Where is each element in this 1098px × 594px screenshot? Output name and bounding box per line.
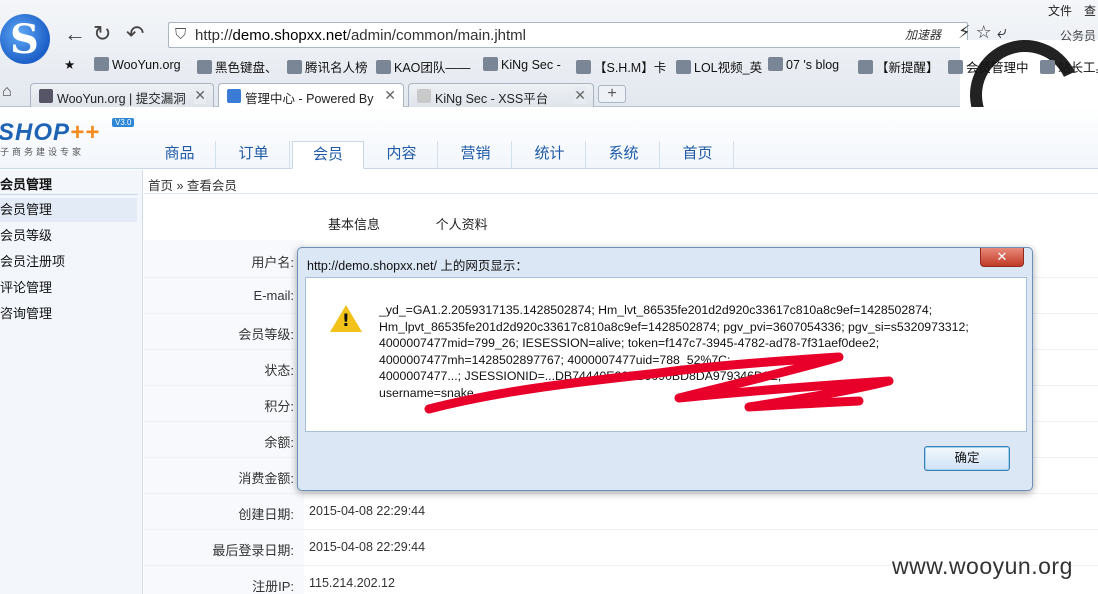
sidebar: 会员管理 会员管理 会员等级 会员注册项 评论管理 咨询管理 bbox=[0, 170, 143, 594]
tab-basic-info[interactable]: 基本信息 bbox=[328, 217, 380, 232]
bookmark-item[interactable]: 【S.H.M】卡 bbox=[576, 57, 666, 76]
dialog-body: ! _yd_=GA1.2.2059317135.1428502874; Hm_l… bbox=[305, 277, 1027, 432]
favicon-icon bbox=[376, 60, 391, 74]
navigation-bar: ← ↻ ↶ ⛉ http://demo.shopxx.net/admin/com… bbox=[60, 20, 1098, 48]
new-tab-button[interactable]: + bbox=[598, 85, 626, 103]
form-label: 状态: bbox=[264, 363, 294, 378]
bookmark-item[interactable]: LOL视频_英 bbox=[676, 57, 762, 76]
form-label: 会员等级: bbox=[238, 327, 294, 342]
nav-products[interactable]: 商品 bbox=[144, 141, 216, 169]
form-label: 用户名: bbox=[251, 255, 294, 270]
favicon-icon bbox=[39, 89, 53, 103]
home-icon[interactable]: ⌂ bbox=[2, 83, 12, 101]
form-label: 余额: bbox=[264, 435, 294, 450]
sidebar-item-consultations[interactable]: 咨询管理 bbox=[0, 302, 137, 326]
form-label: 消费金额: bbox=[238, 471, 294, 486]
nav-content[interactable]: 内容 bbox=[366, 141, 438, 169]
favicon-icon bbox=[483, 57, 498, 71]
address-bar[interactable]: ⛉ http://demo.shopxx.net/admin/common/ma… bbox=[168, 22, 968, 48]
bookmark-item[interactable]: 07 's blog bbox=[768, 57, 839, 72]
favicon-icon bbox=[948, 60, 963, 74]
favicon-icon bbox=[287, 60, 302, 74]
browser-chrome: S ← ↻ ↶ ⛉ http://demo.shopxx.net/admin/c… bbox=[0, 0, 1098, 108]
warning-icon-mark: ! bbox=[342, 311, 350, 331]
sidebar-title: 会员管理 bbox=[0, 177, 53, 192]
app-header: SHOP++ V3.0 子商务建设专家 商品 订单 会员 内容 营销 统计 系统… bbox=[0, 107, 1098, 169]
shopxx-logo: SHOP++ bbox=[0, 119, 101, 146]
tab-strip: ⌂ WooYun.org | 提交漏洞 ✕ 管理中心 - Powered By … bbox=[0, 80, 1098, 108]
refresh-icon[interactable]: ↻ bbox=[93, 22, 111, 46]
favicon-icon bbox=[227, 89, 241, 103]
message-line: _yd_=GA1.2.2059317135.1428502874; Hm_lvt… bbox=[379, 303, 933, 317]
bookmark-item[interactable]: 会员管理中 bbox=[948, 57, 1029, 76]
bookmark-item[interactable]: KAO团队—— bbox=[376, 57, 470, 76]
star-icon[interactable]: ★ bbox=[64, 57, 75, 72]
favicon-icon bbox=[676, 60, 691, 74]
nav-orders[interactable]: 订单 bbox=[218, 141, 290, 169]
message-line: Hm_lpvt_86535fe201d2d920c33617c810a8c9ef… bbox=[379, 319, 969, 334]
alert-dialog: http://demo.shopxx.net/ 上的网页显示： ✕ ! _yd_… bbox=[297, 247, 1033, 491]
tab-king-sec[interactable]: KiNg Sec - XSS平台 ✕ bbox=[408, 83, 594, 107]
nav-statistics[interactable]: 统计 bbox=[514, 141, 586, 169]
favicon-icon bbox=[197, 60, 212, 74]
bookmark-item[interactable]: KiNg Sec - bbox=[483, 57, 561, 72]
accelerator-label[interactable]: 加速器 bbox=[905, 26, 941, 43]
nav-marketing[interactable]: 营销 bbox=[440, 141, 512, 169]
menu-view[interactable]: 查 bbox=[1084, 2, 1096, 19]
form-value: 115.214.202.12 bbox=[309, 576, 395, 590]
sidebar-item-reviews[interactable]: 评论管理 bbox=[0, 276, 137, 300]
bookmarks-bar: ★ WooYun.org 黑色键盘、 腾讯名人榜 KAO团队—— KiNg Se… bbox=[0, 54, 1098, 78]
address-url[interactable]: http://demo.shopxx.net/admin/common/main… bbox=[195, 27, 526, 44]
form-label: E-mail: bbox=[253, 288, 294, 303]
sidebar-item-member-management[interactable]: 会员管理 bbox=[0, 198, 137, 222]
tab-profile[interactable]: 个人资料 bbox=[436, 217, 488, 232]
close-icon[interactable]: ✕ bbox=[980, 248, 1024, 267]
message-line: 4000007477mid=799_26; IESESSION=alive; t… bbox=[379, 336, 880, 350]
favicon-icon bbox=[768, 57, 783, 71]
favicon-icon bbox=[417, 89, 431, 103]
favicon-icon bbox=[94, 57, 109, 71]
form-label: 最后登录日期: bbox=[212, 543, 294, 558]
form-value: 2015-04-08 22:29:44 bbox=[309, 540, 426, 554]
favicon-icon bbox=[576, 60, 591, 74]
tab-wooyun[interactable]: WooYun.org | 提交漏洞 ✕ bbox=[30, 83, 214, 107]
breadcrumb: 首页 » 查看会员 bbox=[148, 179, 237, 193]
favicon-icon bbox=[858, 60, 873, 74]
close-icon[interactable]: ✕ bbox=[574, 87, 586, 104]
logo-subtitle: 子商务建设专家 bbox=[0, 147, 85, 157]
back-arrow-icon[interactable]: ← bbox=[64, 22, 86, 46]
account-label[interactable]: 公务员 bbox=[1060, 27, 1096, 44]
logo-version-badge: V3.0 bbox=[112, 118, 135, 127]
undo-icon[interactable]: ↶ bbox=[126, 22, 144, 46]
close-icon[interactable]: ✕ bbox=[384, 87, 396, 104]
form-label: 创建日期: bbox=[238, 507, 294, 522]
form-label: 积分: bbox=[264, 399, 294, 414]
form-label: 注册IP: bbox=[252, 579, 294, 594]
close-icon[interactable]: ✕ bbox=[194, 87, 206, 104]
nav-system[interactable]: 系统 bbox=[588, 141, 660, 169]
ok-button[interactable]: 确定 bbox=[924, 446, 1010, 471]
nav-home[interactable]: 首页 bbox=[662, 141, 734, 169]
form-value: 2015-04-08 22:29:44 bbox=[309, 504, 426, 518]
bookmark-item[interactable]: WooYun.org bbox=[94, 57, 181, 72]
message-line: 4000007477mh=1428502897767; 4000007477ui… bbox=[379, 352, 731, 367]
menu-file[interactable]: 文件 bbox=[1048, 2, 1072, 19]
bookmark-item[interactable]: 腾讯名人榜 bbox=[287, 57, 368, 76]
dialog-title: http://demo.shopxx.net/ 上的网页显示： bbox=[307, 259, 528, 273]
bookmark-item[interactable]: 站长工具 bbox=[1040, 57, 1098, 76]
message-line: username=snake bbox=[379, 385, 474, 400]
watermark: www.wooyun.org bbox=[892, 553, 1073, 579]
shield-icon: ⛉ bbox=[175, 26, 187, 43]
bookmark-item[interactable]: 黑色键盘、 bbox=[197, 57, 278, 76]
message-line: 4000007477...; JSESSIONID=...DB74440E26E… bbox=[379, 369, 782, 383]
nav-members[interactable]: 会员 bbox=[292, 141, 364, 169]
cookie-message: _yd_=GA1.2.2059317135.1428502874; Hm_lvt… bbox=[379, 302, 1019, 401]
member-subtabs: 基本信息 个人资料 bbox=[328, 214, 540, 233]
sidebar-item-register-fields[interactable]: 会员注册项 bbox=[0, 250, 137, 274]
sidebar-item-member-rank[interactable]: 会员等级 bbox=[0, 224, 137, 248]
favicon-icon bbox=[1040, 60, 1055, 74]
bookmark-item[interactable]: 【新提醒】 bbox=[858, 57, 939, 76]
tab-admin-center[interactable]: 管理中心 - Powered By ✕ bbox=[218, 83, 404, 108]
form-row-create-date: 创建日期: 2015-04-08 22:29:44 bbox=[144, 494, 1098, 530]
